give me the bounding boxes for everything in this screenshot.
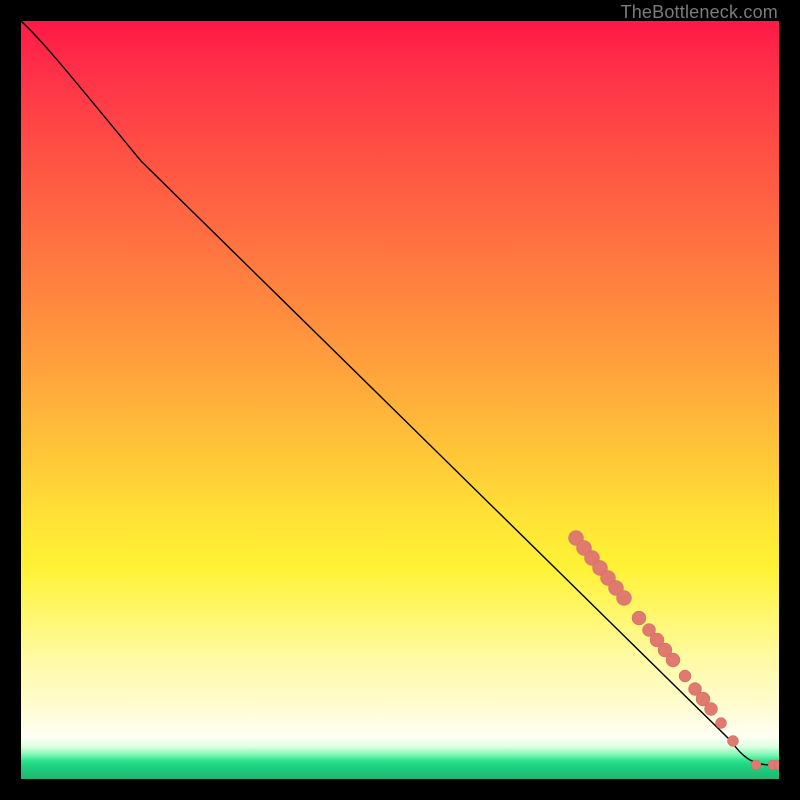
- data-point: [666, 653, 680, 667]
- data-point: [751, 760, 761, 770]
- attribution-label: TheBottleneck.com: [621, 2, 778, 23]
- data-point: [728, 736, 739, 747]
- chart-frame: TheBottleneck.com: [0, 0, 800, 800]
- data-markers: [569, 531, 780, 771]
- chart-svg: [21, 21, 779, 779]
- data-point: [716, 718, 727, 729]
- data-point: [679, 670, 691, 682]
- data-point: [705, 703, 718, 716]
- data-point: [617, 591, 632, 606]
- plot-area: [21, 21, 779, 779]
- data-point: [632, 611, 646, 625]
